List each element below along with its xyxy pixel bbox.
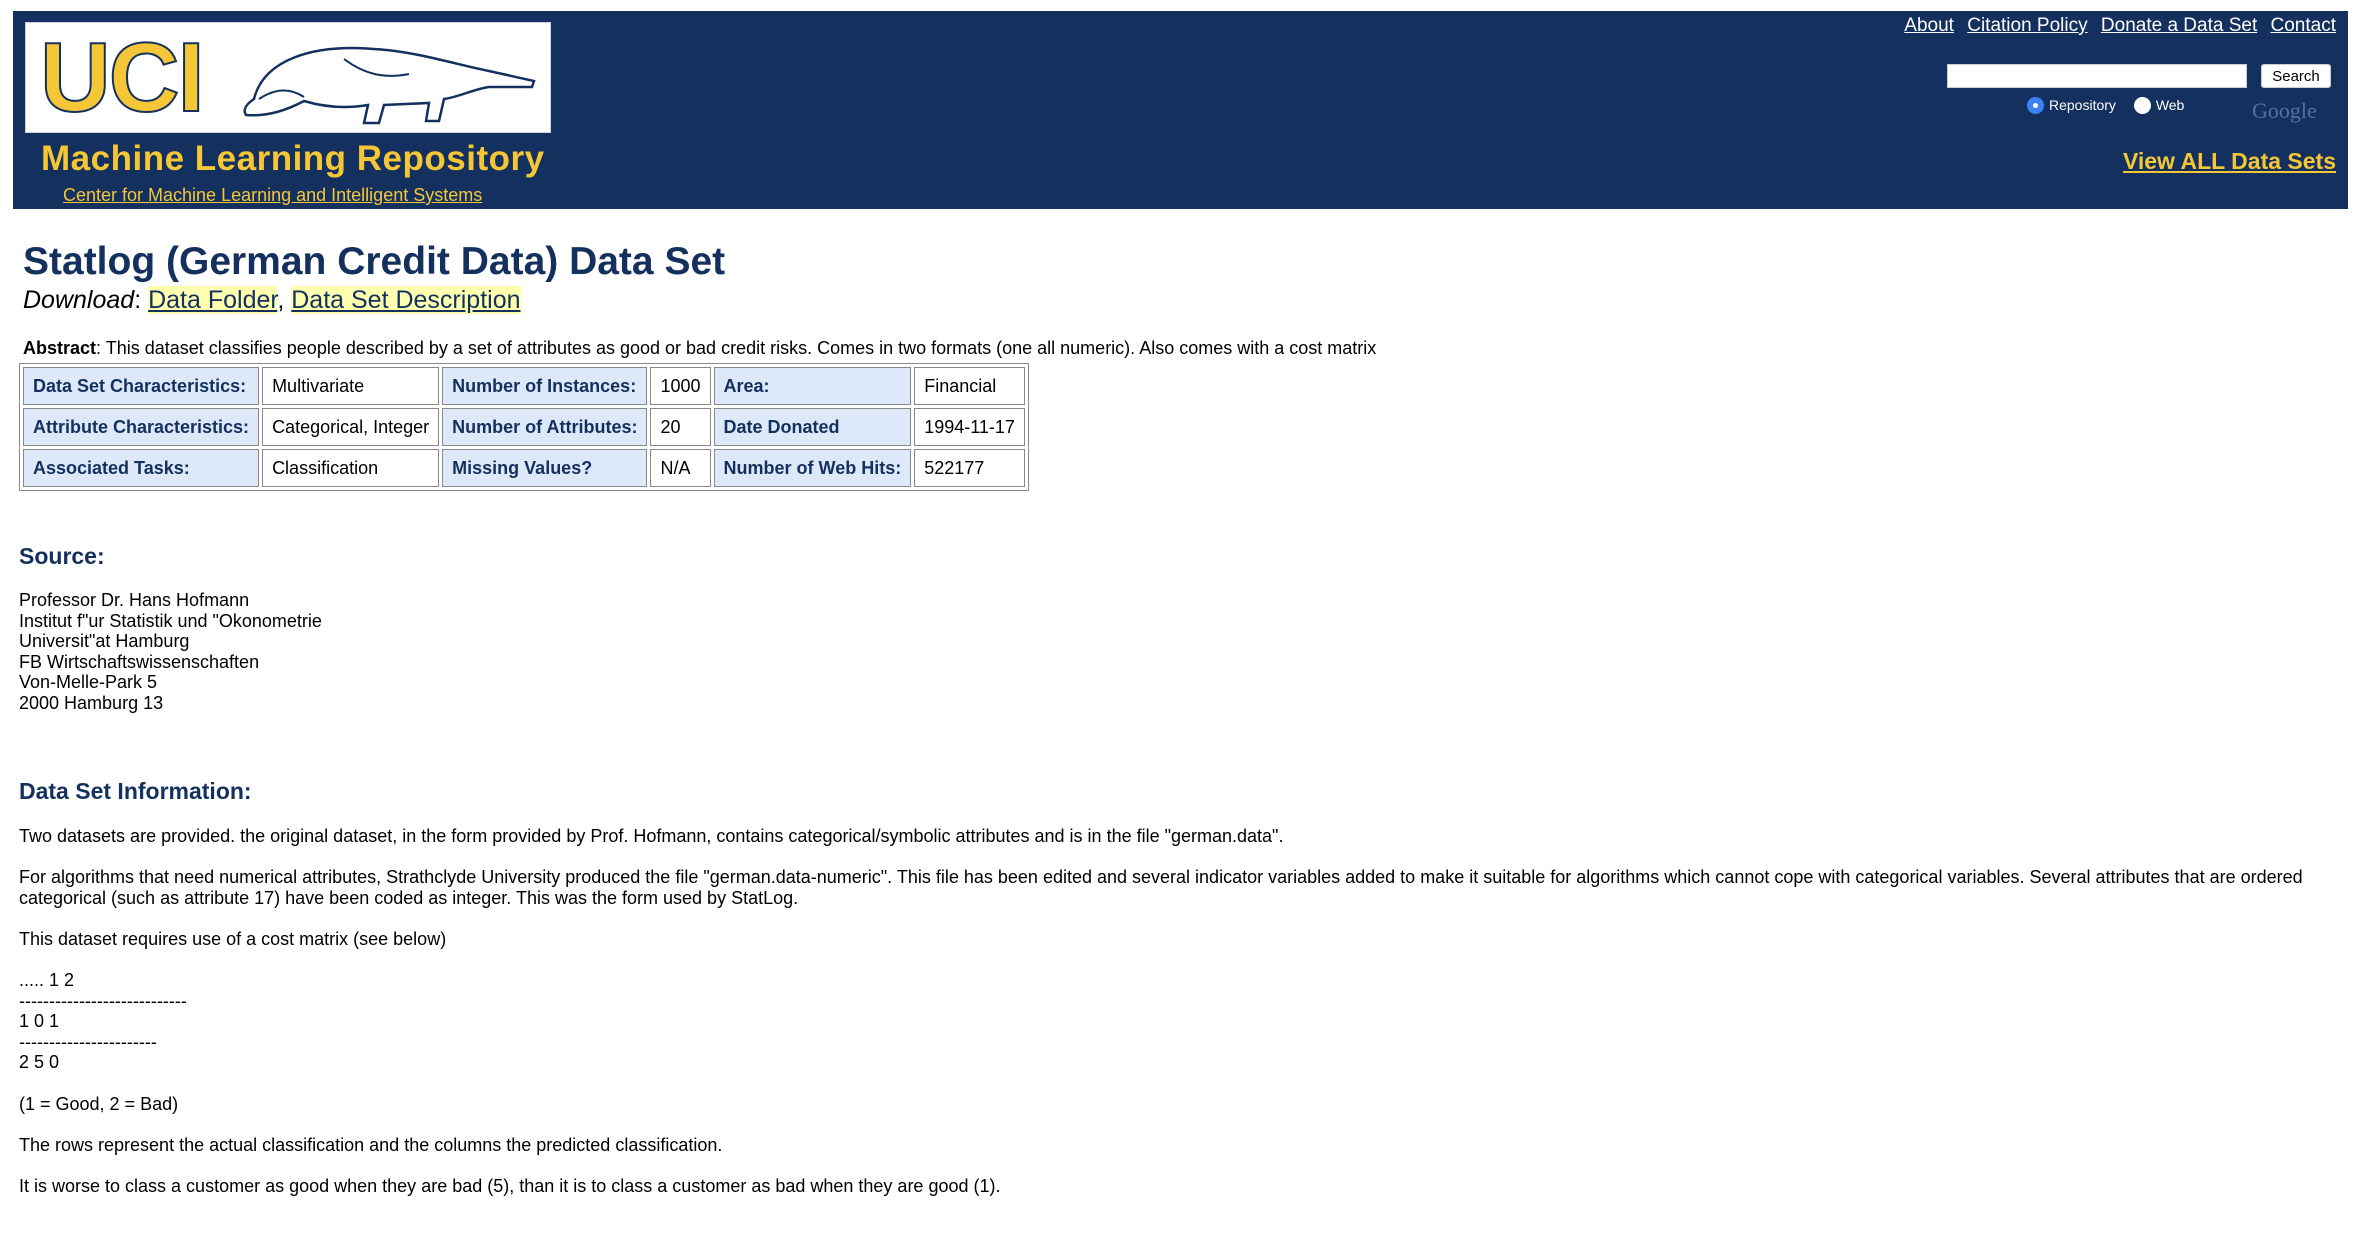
table-row: Associated Tasks: Classification Missing… xyxy=(23,449,1025,487)
info-paragraph: This dataset requires use of a cost matr… xyxy=(19,929,447,949)
table-value: 1000 xyxy=(650,367,711,405)
radio-web[interactable] xyxy=(2133,96,2151,114)
table-key: Date Donated xyxy=(713,408,912,446)
matrix-line: 1 0 1 xyxy=(19,1011,60,1031)
info-paragraph: Two datasets are provided. the original … xyxy=(19,826,1284,846)
center-link[interactable]: Center for Machine Learning and Intellig… xyxy=(63,185,482,206)
address-line: Universit"at Hamburg xyxy=(19,631,190,651)
table-value: Multivariate xyxy=(262,367,440,405)
top-nav: About Citation Policy Donate a Data Set … xyxy=(1896,15,2336,37)
table-key: Associated Tasks: xyxy=(23,449,260,487)
table-value: Financial xyxy=(914,367,1025,405)
matrix-line: 2 5 0 xyxy=(19,1052,60,1072)
abstract-text: : This dataset classifies people describ… xyxy=(96,338,1377,358)
address-line: 2000 Hamburg 13 xyxy=(19,692,164,713)
logo-text: UCI xyxy=(39,21,206,133)
source-address: Professor Dr. Hans Hofmann Institut f"ur… xyxy=(19,590,322,713)
address-line: FB Wirtschaftswissenschaften xyxy=(19,651,260,672)
repository-title[interactable]: Machine Learning Repository xyxy=(41,139,545,179)
table-value: 20 xyxy=(650,408,711,446)
info-paragraph: (1 = Good, 2 = Bad) xyxy=(19,1094,179,1114)
download-label: Download xyxy=(23,286,135,314)
search-input[interactable] xyxy=(1947,64,2247,88)
search-button[interactable]: Search xyxy=(2261,64,2331,88)
page-title: Statlog (German Credit Data) Data Set xyxy=(23,240,726,283)
donate-link[interactable]: Donate a Data Set xyxy=(2101,15,2257,36)
characteristics-table: Data Set Characteristics: Multivariate N… xyxy=(19,363,1029,491)
table-value: 1994-11-17 xyxy=(914,408,1025,446)
contact-link[interactable]: Contact xyxy=(2271,15,2336,36)
abstract: Abstract: This dataset classifies people… xyxy=(23,338,1376,359)
table-value: 522177 xyxy=(914,449,1025,487)
info-paragraph: For algorithms that need numerical attri… xyxy=(19,867,2303,908)
about-link[interactable]: About xyxy=(1904,15,1954,36)
table-key: Missing Values? xyxy=(442,449,648,487)
data-set-description-link[interactable]: Data Set Description xyxy=(291,286,521,314)
citation-policy-link[interactable]: Citation Policy xyxy=(1967,15,2087,36)
table-key: Number of Web Hits: xyxy=(713,449,912,487)
anteater-icon xyxy=(243,46,536,125)
abstract-label: Abstract xyxy=(23,338,97,358)
matrix-line: ----------------------- xyxy=(19,1031,157,1052)
table-row: Attribute Characteristics: Categorical, … xyxy=(23,408,1025,446)
table-row: Data Set Characteristics: Multivariate N… xyxy=(23,367,1025,405)
info-paragraph: The rows represent the actual classifica… xyxy=(19,1135,723,1155)
search-scope: Repository Web xyxy=(2027,96,2198,114)
site-header: UCI Machine Learning Repository Center f… xyxy=(13,11,2348,209)
address-line: Von-Melle-Park 5 xyxy=(19,672,158,692)
uci-logo[interactable]: UCI xyxy=(25,21,551,133)
table-key: Attribute Characteristics: xyxy=(23,408,260,446)
table-value: Classification xyxy=(262,449,440,487)
data-set-information-heading: Data Set Information: xyxy=(19,778,252,804)
matrix-line: ..... 1 2 xyxy=(19,970,75,990)
data-folder-link[interactable]: Data Folder xyxy=(148,286,278,314)
address-line: Professor Dr. Hans Hofmann xyxy=(19,590,250,610)
table-value: N/A xyxy=(650,449,711,487)
address-line: Institut f"ur Statistik und "Okonometrie xyxy=(19,610,322,631)
source-heading: Source: xyxy=(19,543,105,569)
table-value: Categorical, Integer xyxy=(262,408,440,446)
download-sep: : xyxy=(134,286,142,314)
table-key: Number of Attributes: xyxy=(442,408,648,446)
matrix-line: ---------------------------- xyxy=(19,990,187,1011)
radio-web-label: Web xyxy=(2155,97,2185,114)
view-all-datasets-link[interactable]: View ALL Data Sets xyxy=(2123,148,2336,175)
download-row: Download: Data Folder, Data Set Descript… xyxy=(23,286,521,314)
table-key: Data Set Characteristics: xyxy=(23,367,260,405)
radio-repository[interactable] xyxy=(2027,96,2044,114)
cost-matrix: ..... 1 2 ---------------------------- 1… xyxy=(19,970,187,1073)
google-logo: Google xyxy=(2252,98,2317,123)
table-key: Number of Instances: xyxy=(442,367,648,405)
table-key: Area: xyxy=(713,367,912,405)
info-paragraph: It is worse to class a customer as good … xyxy=(19,1176,1001,1196)
radio-repository-label: Repository xyxy=(2049,97,2116,114)
